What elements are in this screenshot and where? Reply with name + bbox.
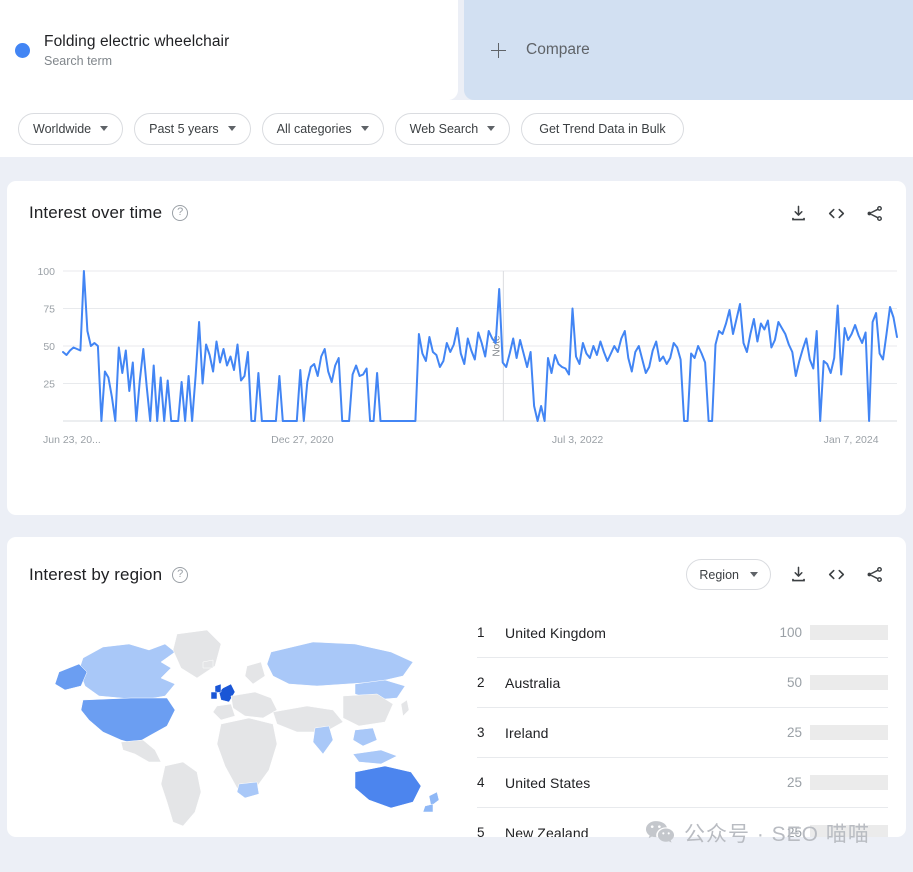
interest-over-time-chart[interactable]: 100755025NoteJun 23, 20...Dec 27, 2020Ju… <box>7 223 906 468</box>
search-header: Folding electric wheelchair Search term … <box>0 0 913 100</box>
region-selector-label: Region <box>699 568 739 582</box>
region-value: 100 <box>779 625 802 640</box>
table-row[interactable]: 3 Ireland 25 <box>477 708 888 758</box>
filter-category-label: All categories <box>277 122 352 136</box>
compare-button[interactable]: Compare <box>464 0 913 100</box>
interest-by-region-card: Interest by region ? Region <box>7 537 906 837</box>
region-value: 50 <box>787 675 802 690</box>
section-title-region: Interest by region <box>29 565 162 585</box>
chevron-down-icon <box>228 126 236 131</box>
interest-by-region-header: Interest by region ? Region <box>7 537 906 590</box>
embed-icon[interactable] <box>826 204 847 223</box>
share-icon[interactable] <box>865 565 884 584</box>
region-name: United Kingdom <box>495 625 779 641</box>
world-map[interactable] <box>25 600 477 837</box>
region-list: 1 United Kingdom 100 2 Australia 50 3 Ir… <box>477 600 888 837</box>
region-name: United States <box>495 775 787 791</box>
filter-bar: Worldwide Past 5 years All categories We… <box>0 100 913 157</box>
region-rank: 4 <box>477 775 495 790</box>
region-rank: 5 <box>477 825 495 837</box>
search-term-label: Folding electric wheelchair <box>44 33 229 51</box>
region-bar <box>810 825 888 837</box>
region-bar <box>810 625 888 640</box>
get-trend-data-bulk-label: Get Trend Data in Bulk <box>539 122 665 136</box>
table-row[interactable]: 5 New Zealand 25 <box>477 808 888 837</box>
chevron-down-icon <box>487 126 495 131</box>
plus-icon <box>491 43 506 58</box>
region-bar <box>810 725 888 740</box>
share-icon[interactable] <box>865 204 884 223</box>
world-map-svg <box>25 600 465 836</box>
interest-by-region-body: 1 United Kingdom 100 2 Australia 50 3 Ir… <box>7 590 906 837</box>
filter-location-label: Worldwide <box>33 122 91 136</box>
search-term-type: Search term <box>44 54 229 68</box>
region-bar <box>810 775 888 790</box>
region-name: Australia <box>495 675 787 691</box>
download-icon[interactable] <box>789 565 808 584</box>
help-icon[interactable]: ? <box>172 205 188 221</box>
x-axis-tick: Jan 7, 2024 <box>824 434 879 446</box>
filter-search-type[interactable]: Web Search <box>395 113 511 145</box>
region-name: New Zealand <box>495 825 787 838</box>
y-axis-tick: 25 <box>43 379 55 391</box>
region-rank: 3 <box>477 725 495 740</box>
region-selector[interactable]: Region <box>686 559 771 590</box>
help-icon[interactable]: ? <box>172 567 188 583</box>
region-bar <box>810 675 888 690</box>
series-color-dot <box>15 43 30 58</box>
y-axis-tick: 100 <box>37 266 55 278</box>
x-axis-tick: Dec 27, 2020 <box>271 434 334 446</box>
page-title: Interest over time <box>29 203 162 223</box>
chevron-down-icon <box>100 126 108 131</box>
filter-category[interactable]: All categories <box>262 113 384 145</box>
table-row[interactable]: 4 United States 25 <box>477 758 888 808</box>
region-rank: 1 <box>477 625 495 640</box>
table-row[interactable]: 1 United Kingdom 100 <box>477 608 888 658</box>
download-icon[interactable] <box>789 204 808 223</box>
region-value: 25 <box>787 825 802 837</box>
chevron-down-icon <box>361 126 369 131</box>
interest-over-time-card: Interest over time ? 100755025NoteJun 23… <box>7 181 906 515</box>
y-axis-tick: 50 <box>43 341 55 353</box>
filter-search-type-label: Web Search <box>410 122 479 136</box>
region-value: 25 <box>787 725 802 740</box>
compare-label: Compare <box>526 41 590 59</box>
region-name: Ireland <box>495 725 787 741</box>
x-axis-tick: Jun 23, 20... <box>43 434 101 446</box>
embed-icon[interactable] <box>826 565 847 584</box>
region-rank: 2 <box>477 675 495 690</box>
filter-location[interactable]: Worldwide <box>18 113 123 145</box>
table-row[interactable]: 2 Australia 50 <box>477 658 888 708</box>
search-term-card[interactable]: Folding electric wheelchair Search term <box>0 0 458 100</box>
filter-time-range-label: Past 5 years <box>149 122 218 136</box>
chevron-down-icon <box>750 572 758 577</box>
interest-over-time-header: Interest over time ? <box>7 181 906 223</box>
get-trend-data-bulk-button[interactable]: Get Trend Data in Bulk <box>521 113 683 145</box>
y-axis-tick: 75 <box>43 304 55 316</box>
filter-time-range[interactable]: Past 5 years <box>134 113 250 145</box>
trend-line-chart: 100755025NoteJun 23, 20...Dec 27, 2020Ju… <box>25 263 902 463</box>
x-axis-tick: Jul 3, 2022 <box>552 434 604 446</box>
region-value: 25 <box>787 775 802 790</box>
